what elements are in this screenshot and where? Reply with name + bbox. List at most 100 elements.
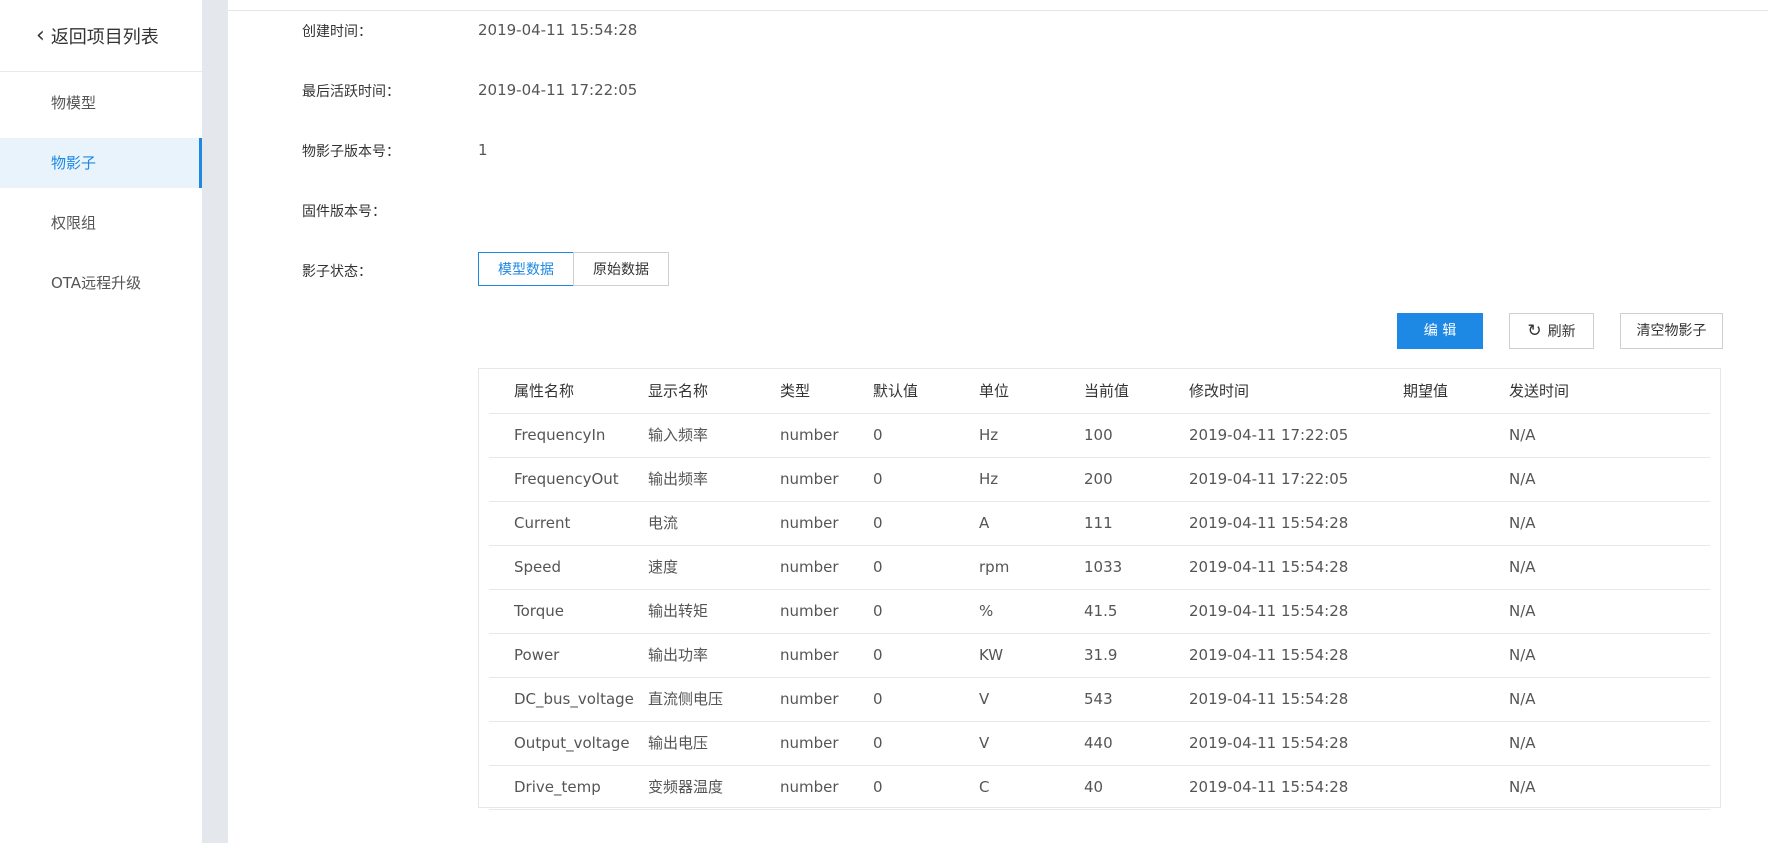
cell-send-time: N/A xyxy=(1509,514,1536,532)
column-header-default: 默认值 xyxy=(873,382,919,400)
cell-current-value: 100 xyxy=(1084,426,1113,444)
cell-type: number xyxy=(780,470,839,488)
cell-default-value: 0 xyxy=(873,690,883,708)
cell-display-name: 输出功率 xyxy=(648,646,709,664)
tab-raw-data[interactable]: 原始数据 xyxy=(573,252,669,286)
back-label: 返回项目列表 xyxy=(50,26,159,48)
cell-display-name: 输出转矩 xyxy=(648,602,709,620)
cell-unit: V xyxy=(979,690,990,708)
cell-display-name: 速度 xyxy=(648,558,679,576)
cell-modified-time: 2019-04-11 15:54:28 xyxy=(1189,558,1349,576)
table-row: Drive_temp 变频器温度 number 0 C 40 2019-04-11 15:5… xyxy=(489,765,1710,810)
last-active-time-label: 最后活跃时间： xyxy=(302,84,400,100)
cell-unit: rpm xyxy=(979,558,1010,576)
cell-send-time: N/A xyxy=(1509,778,1536,796)
cell-current-value: 200 xyxy=(1084,470,1113,488)
cell-send-time: N/A xyxy=(1509,646,1536,664)
clear-shadow-button[interactable]: 清空物影子 xyxy=(1620,313,1723,349)
cell-display-name: 变频器温度 xyxy=(648,778,724,796)
edit-button[interactable]: 编 辑 xyxy=(1397,313,1483,349)
cell-unit: A xyxy=(979,514,990,532)
cell-property-name: Power xyxy=(514,646,560,664)
cell-modified-time: 2019-04-11 15:54:28 xyxy=(1189,690,1349,708)
cell-default-value: 0 xyxy=(873,514,883,532)
cell-type: number xyxy=(780,602,839,620)
cell-unit: C xyxy=(979,778,990,796)
refresh-button[interactable]: ↻ 刷新 xyxy=(1509,313,1594,349)
column-header-current-value: 当前值 xyxy=(1084,382,1130,400)
last-active-time-value: 2019-04-11 17:22:05 xyxy=(478,81,638,99)
cell-property-name: DC_bus_voltage xyxy=(514,690,634,708)
cell-property-name: Drive_temp xyxy=(514,778,601,796)
cell-property-name: Current xyxy=(514,514,571,532)
cell-type: number xyxy=(780,558,839,576)
column-header-property-name: 属性名称 xyxy=(514,382,575,400)
cell-modified-time: 2019-04-11 15:54:28 xyxy=(1189,646,1349,664)
cell-type: number xyxy=(780,426,839,444)
cell-modified-time: 2019-04-11 15:54:28 xyxy=(1189,602,1349,620)
tab-model-data[interactable]: 模型数据 xyxy=(478,252,574,286)
cell-current-value: 31.9 xyxy=(1084,646,1118,664)
cell-default-value: 0 xyxy=(873,646,883,664)
cell-modified-time: 2019-04-11 15:54:28 xyxy=(1189,778,1349,796)
sidebar-item-ota-upgrade[interactable]: OTA远程升级 xyxy=(0,258,202,308)
cell-type: number xyxy=(780,646,839,664)
cell-unit: Hz xyxy=(979,470,999,488)
table-row: DC_bus_voltage 直流侧电压 number 0 V 543 2019-04-11… xyxy=(489,677,1710,722)
sidebar: ‹ 返回项目列表 物模型 物影子 权限组 OTA远程升级 xyxy=(0,0,203,310)
sidebar-item-thing-model[interactable]: 物模型 xyxy=(0,78,202,128)
cell-property-name: FrequencyIn xyxy=(514,426,606,444)
firmware-version-label: 固件版本号： xyxy=(302,204,386,220)
column-header-expected-value: 期望值 xyxy=(1403,382,1449,400)
created-time-value: 2019-04-11 15:54:28 xyxy=(478,21,638,39)
cell-unit: Hz xyxy=(979,426,999,444)
column-header-send-time: 发送时间 xyxy=(1509,382,1570,400)
cell-display-name: 直流侧电压 xyxy=(648,690,724,708)
cell-default-value: 0 xyxy=(873,558,883,576)
column-header-type: 类型 xyxy=(780,382,811,400)
cell-property-name: FrequencyOut xyxy=(514,470,619,488)
cell-property-name: Output_voltage xyxy=(514,734,630,752)
cell-modified-time: 2019-04-11 15:54:28 xyxy=(1189,514,1349,532)
back-to-project-list-button[interactable]: ‹ 返回项目列表 xyxy=(0,0,202,72)
cell-modified-time: 2019-04-11 15:54:28 xyxy=(1189,734,1349,752)
chevron-left-icon: ‹ xyxy=(36,22,45,48)
shadow-version-value: 1 xyxy=(478,141,488,159)
column-header-display-name: 显示名称 xyxy=(648,382,709,400)
refresh-label: 刷新 xyxy=(1547,324,1576,340)
cell-modified-time: 2019-04-11 17:22:05 xyxy=(1189,470,1349,488)
shadow-state-tabs: 模型数据 原始数据 xyxy=(478,252,669,286)
cell-display-name: 输出电压 xyxy=(648,734,709,752)
cell-send-time: N/A xyxy=(1509,602,1536,620)
cell-default-value: 0 xyxy=(873,426,883,444)
table-row: Power 输出功率 number 0 KW 31.9 2019-04-11 15:54:2… xyxy=(489,633,1710,678)
cell-unit: KW xyxy=(979,646,1004,664)
sidebar-item-permission-group[interactable]: 权限组 xyxy=(0,198,202,248)
table-row: Output_voltage 输出电压 number 0 V 440 2019-04-11 … xyxy=(489,721,1710,766)
cell-unit: % xyxy=(979,602,994,620)
cell-display-name: 输入频率 xyxy=(648,426,709,444)
refresh-icon: ↻ xyxy=(1527,321,1542,341)
cell-type: number xyxy=(780,514,839,532)
cell-current-value: 543 xyxy=(1084,690,1113,708)
cell-default-value: 0 xyxy=(873,470,883,488)
table-row: FrequencyIn 输入频率 number 0 Hz 100 2019-04-11 17… xyxy=(489,413,1710,458)
cell-unit: V xyxy=(979,734,990,752)
sidebar-item-thing-shadow[interactable]: 物影子 xyxy=(0,138,202,188)
cell-current-value: 440 xyxy=(1084,734,1113,752)
cell-type: number xyxy=(780,734,839,752)
cell-send-time: N/A xyxy=(1509,558,1536,576)
cell-display-name: 电流 xyxy=(648,514,679,532)
cell-send-time: N/A xyxy=(1509,426,1536,444)
cell-property-name: Speed xyxy=(514,558,562,576)
cell-current-value: 1033 xyxy=(1084,558,1123,576)
cell-default-value: 0 xyxy=(873,778,883,796)
created-time-label: 创建时间： xyxy=(302,24,372,40)
cell-current-value: 40 xyxy=(1084,778,1104,796)
cell-send-time: N/A xyxy=(1509,734,1536,752)
cell-send-time: N/A xyxy=(1509,690,1536,708)
column-header-modified-time: 修改时间 xyxy=(1189,382,1250,400)
cell-type: number xyxy=(780,778,839,796)
cell-default-value: 0 xyxy=(873,734,883,752)
table-row: Current 电流 number 0 A 111 2019-04-11 15:54:28 N… xyxy=(489,501,1710,546)
